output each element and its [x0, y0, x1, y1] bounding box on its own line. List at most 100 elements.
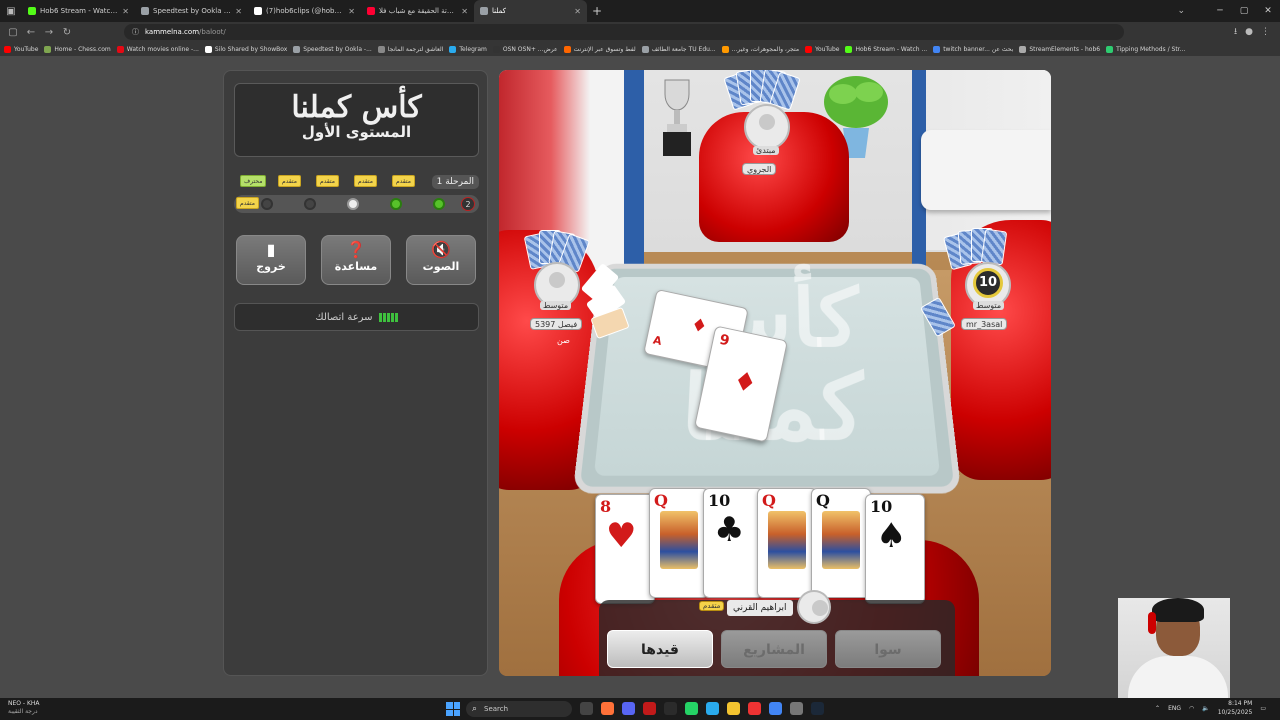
help-button[interactable]: ❓ مساعدة	[321, 235, 391, 285]
menu-icon[interactable]: ⋮	[1261, 27, 1270, 37]
clock[interactable]: 8:14 PM 10/25/2025	[1218, 699, 1253, 717]
projects-button[interactable]: المشاريع	[721, 630, 827, 668]
profile-icon[interactable]: ●	[1245, 27, 1253, 37]
browser-tab[interactable]: Hob6 Stream - Watch Live on K ✕	[22, 0, 135, 22]
tab-favicon-icon	[141, 7, 149, 15]
discord-icon[interactable]	[622, 702, 635, 715]
bookmark-item[interactable]: Silo Shared by ShowBox	[204, 45, 287, 53]
card-rank: 10	[708, 491, 731, 510]
bookmark-item[interactable]: Home - Chess.com	[44, 45, 111, 53]
bookmark-item[interactable]: العاشق لترجمة المانجا	[377, 45, 443, 53]
hand-card[interactable]: Q	[649, 488, 709, 598]
right-player-rank: متوسط	[973, 301, 1005, 310]
settings-icon[interactable]	[790, 702, 803, 715]
bookmark-item[interactable]: Watch movies online -...	[116, 45, 199, 53]
tab-close-icon[interactable]: ✕	[348, 7, 355, 16]
connection-speed: سرعة اتصالك	[234, 303, 479, 331]
tab-favicon-icon	[367, 7, 375, 15]
tab-close-icon[interactable]: ✕	[235, 7, 242, 16]
forward-icon[interactable]: →	[40, 27, 58, 38]
app-icon[interactable]	[748, 702, 761, 715]
firefox-icon[interactable]	[601, 702, 614, 715]
level-title: المستوى الأول	[301, 123, 412, 141]
top-player-name: الجروي	[742, 163, 777, 175]
minimize-button[interactable]: ─	[1208, 0, 1232, 22]
browser-tab[interactable]: (7)hob6clips (@hob6m) | TikTok ✕	[248, 0, 361, 22]
browser-tab[interactable]: كملنا ✕	[474, 0, 587, 22]
close-window-button[interactable]: ✕	[1256, 0, 1280, 22]
site-info-icon[interactable]: ⓘ	[132, 27, 139, 37]
record-button[interactable]: قيدها	[607, 630, 713, 668]
bookmark-item[interactable]: لفط وتسوق عبر الإنترنت	[563, 45, 636, 53]
hand-card[interactable]: 8 ♥	[595, 494, 655, 604]
bookmark-item[interactable]: OSN OSN+ ...عرض	[492, 45, 558, 53]
card-rank: Q	[762, 491, 776, 510]
bookmark-label: لفط وتسوق عبر الإنترنت	[573, 45, 636, 53]
tournament-logo: كأس كملنا المستوى الأول	[234, 83, 479, 157]
sawa-button[interactable]: سوا	[835, 630, 941, 668]
file-explorer-icon[interactable]	[727, 702, 740, 715]
bookmark-item[interactable]: YouTube	[805, 45, 839, 53]
back-icon[interactable]: ←	[22, 27, 40, 38]
diamond-icon: ♦	[689, 314, 710, 338]
bookmark-item[interactable]: StreamElements - hob6	[1019, 45, 1100, 53]
tab-close-icon[interactable]: ✕	[574, 7, 581, 16]
bookmark-item[interactable]: YouTube	[4, 45, 38, 53]
bookmark-favicon-icon	[641, 45, 649, 53]
taskbar-search[interactable]: Search	[466, 701, 572, 717]
tab-close-icon[interactable]: ✕	[461, 7, 468, 16]
tab-actions-icon[interactable]: ▣	[0, 0, 22, 22]
chrome-icon[interactable]	[769, 702, 782, 715]
browser-tab[interactable]: تحدي بلوتة الحقيقة مع شباب فلا ✕	[361, 0, 474, 22]
progress-dot	[390, 198, 402, 210]
tab-close-icon[interactable]: ✕	[122, 7, 129, 16]
bookmark-item[interactable]: Hob6 Stream - Watch ...	[845, 45, 927, 53]
court-face-image	[768, 511, 806, 569]
bookmark-item[interactable]: twitch banner... بحث عن	[933, 45, 1013, 53]
reload-icon[interactable]: ↻	[58, 27, 76, 38]
bookmark-favicon-icon	[4, 45, 11, 53]
task-view-icon[interactable]	[580, 702, 593, 715]
weather-widget[interactable]: NEO - KHA درجة الثقيبة	[8, 700, 40, 716]
language-indicator[interactable]: ENG	[1168, 705, 1181, 712]
left-player-rank: متوسط	[540, 301, 572, 310]
bookmark-item[interactable]: ...متجر، والمجوهرات، وغير	[721, 45, 799, 53]
hand-card[interactable]: Q	[757, 488, 817, 598]
sidebar-icon[interactable]: ▢	[4, 27, 22, 38]
clock-time: 8:14 PM	[1228, 700, 1253, 707]
hand-card[interactable]: 10 ♠	[865, 494, 925, 604]
download-icon[interactable]: ⭳	[1234, 24, 1237, 40]
top-player-avatar	[744, 104, 790, 150]
steam-icon[interactable]	[811, 702, 824, 715]
hand-card[interactable]: Q	[811, 488, 871, 598]
volume-icon[interactable]: 🔈	[1202, 705, 1209, 712]
app-icon[interactable]	[664, 702, 677, 715]
address-bar[interactable]: ⓘ kammelna.com /baloot/	[124, 24, 1124, 40]
bookmark-item[interactable]: Tipping Methods / Str...	[1106, 45, 1186, 53]
bookmark-favicon-icon	[563, 45, 571, 53]
bookmark-label: Speedtest by Ookla -...	[303, 45, 372, 53]
new-tab-button[interactable]: +	[587, 4, 607, 18]
telegram-icon[interactable]	[706, 702, 719, 715]
bookmark-item[interactable]: جامعة الطائف TU Edu...	[641, 45, 716, 53]
notification-icon[interactable]: ▭	[1260, 705, 1266, 712]
browser-tab[interactable]: Speedtest by Ookla - The Glob ✕	[135, 0, 248, 22]
wifi-icon[interactable]: ◠	[1189, 705, 1194, 712]
sound-button[interactable]: 🔇 الصوت	[406, 235, 476, 285]
left-player-score: 5397	[535, 320, 556, 329]
exit-button[interactable]: ▮ خروج	[236, 235, 306, 285]
signal-bars-icon	[378, 312, 398, 322]
bookmark-label: Telegram	[459, 45, 487, 53]
whatsapp-icon[interactable]	[685, 702, 698, 715]
app-icon[interactable]	[643, 702, 656, 715]
tray-overflow-icon[interactable]: ⌃	[1155, 705, 1160, 712]
left-player-name: فيصل	[557, 320, 578, 329]
bookmark-label: Home - Chess.com	[54, 45, 111, 53]
bookmark-item[interactable]: Speedtest by Ookla -...	[293, 45, 372, 53]
tab-search-icon[interactable]: ⌄	[1177, 0, 1185, 22]
bookmark-item[interactable]: Telegram	[449, 45, 487, 53]
windows-start-icon[interactable]	[446, 702, 460, 716]
bookmark-label: Tipping Methods / Str...	[1116, 45, 1186, 53]
maximize-button[interactable]: ▢	[1232, 0, 1256, 22]
hand-card[interactable]: 10 ♣	[703, 488, 763, 598]
